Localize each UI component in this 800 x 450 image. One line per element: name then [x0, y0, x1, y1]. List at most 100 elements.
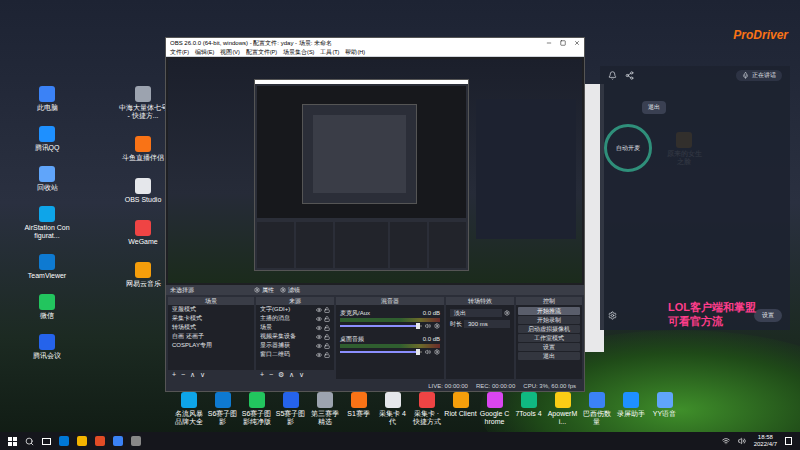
clock[interactable]: 18:582022/4/7 [754, 434, 777, 448]
unlock-icon[interactable] [324, 352, 330, 358]
eye-icon[interactable] [316, 343, 322, 349]
exit-button[interactable]: 退出 [642, 101, 666, 114]
volume-slider[interactable] [340, 351, 422, 353]
desktop-icon[interactable]: S6赛子图影纯净版 [240, 392, 273, 426]
source-item[interactable]: 显示器捕获 [256, 341, 334, 350]
desktop-icon[interactable]: 斗鱼直播伴侣 [118, 136, 168, 162]
control-button[interactable]: 启动虚拟摄像机 [518, 325, 580, 333]
desktop-icon[interactable]: AirStation Configurat... [24, 206, 70, 240]
toolbar-button[interactable]: ∧ [289, 370, 294, 379]
speaker-icon[interactable] [425, 349, 431, 355]
unlock-icon[interactable] [324, 325, 330, 331]
taskbar-app-icon[interactable] [77, 436, 87, 446]
desktop-icon[interactable]: 第三赛季精选 [308, 392, 341, 426]
network-icon[interactable] [722, 437, 730, 445]
eye-icon[interactable] [316, 334, 322, 340]
toolbar-button[interactable]: + [172, 370, 176, 379]
desktop-icon[interactable]: 巴西伤数量 [580, 392, 613, 426]
scene-item[interactable]: 自画 还画子 [168, 332, 254, 341]
control-button[interactable]: 工作室模式 [518, 334, 580, 342]
desktop-icon[interactable]: 7Tools 4 [512, 392, 545, 426]
eye-icon[interactable] [316, 352, 322, 358]
desktop-icon[interactable]: 微信 [24, 294, 70, 320]
search-icon[interactable] [25, 437, 34, 446]
desktop-icon[interactable]: 此电脑 [24, 86, 70, 112]
menu-item[interactable]: 帮助(H) [345, 48, 365, 56]
menu-item[interactable]: 工具(T) [320, 48, 339, 56]
maximize-icon[interactable] [560, 40, 566, 46]
unlock-icon[interactable] [324, 334, 330, 340]
transition-select[interactable]: 淡出 [450, 309, 502, 317]
menu-item[interactable]: 视图(V) [220, 48, 239, 56]
desktop-icon[interactable]: 腾讯会议 [24, 334, 70, 360]
toolbar-button[interactable]: ∨ [200, 370, 205, 379]
share-icon[interactable] [625, 71, 634, 80]
duration-field[interactable]: 300 ms [464, 320, 510, 328]
scene-item[interactable]: 采集卡模式 [168, 314, 254, 323]
close-icon[interactable] [574, 40, 580, 46]
unlock-icon[interactable] [324, 307, 330, 313]
desktop-icon[interactable]: S6赛子图影 [206, 392, 239, 426]
volume-icon[interactable] [738, 437, 746, 445]
scene-item[interactable]: COSPLAY专用 [168, 341, 254, 350]
gear-icon[interactable] [504, 310, 510, 316]
menu-item[interactable]: 配置文件(P) [246, 48, 277, 56]
desktop-icon[interactable]: Riot Client [444, 392, 477, 426]
desktop-icon[interactable]: 回收站 [24, 166, 70, 192]
volume-slider[interactable] [340, 325, 422, 327]
taskbar-app-icon[interactable] [59, 436, 69, 446]
menu-item[interactable]: 文件(F) [170, 48, 189, 56]
source-item[interactable]: 窗口二维码 [256, 350, 334, 359]
control-button[interactable]: 退出 [518, 352, 580, 360]
desktop-icon[interactable]: 名流风暴品牌大全 [172, 392, 205, 426]
eye-icon[interactable] [316, 316, 322, 322]
eye-icon[interactable] [316, 325, 322, 331]
source-button[interactable]: 滤镜 [280, 286, 300, 294]
source-button[interactable]: 属性 [254, 286, 274, 294]
settings-button[interactable]: 设置 [754, 309, 782, 322]
start-icon[interactable] [8, 437, 17, 446]
desktop-icon[interactable]: YY语音 [648, 392, 681, 426]
toolbar-button[interactable]: ⚙ [278, 370, 284, 379]
unlock-icon[interactable] [324, 316, 330, 322]
source-item[interactable]: 主播的消息 [256, 314, 334, 323]
toolbar-button[interactable]: − [269, 370, 273, 379]
desktop-icon[interactable]: ApowerMi... [546, 392, 579, 426]
taskbar-app-icon[interactable] [113, 436, 123, 446]
eye-icon[interactable] [316, 307, 322, 313]
toolbar-button[interactable]: − [181, 370, 185, 379]
mic-circle[interactable]: 自动开麦 [604, 124, 652, 172]
desktop-icon[interactable]: WeGame [118, 220, 168, 246]
notification-icon[interactable] [785, 437, 792, 445]
speaker-icon[interactable] [425, 323, 431, 329]
source-item[interactable]: 文字(GDI+) [256, 305, 334, 314]
desktop-icon[interactable]: TeamViewer [24, 254, 70, 280]
unlock-icon[interactable] [324, 343, 330, 349]
control-button[interactable]: 开始推流 [518, 307, 580, 315]
scene-item[interactable]: 亚服模式 [168, 305, 254, 314]
bell-icon[interactable] [608, 71, 617, 80]
toolbar-button[interactable]: ∧ [190, 370, 195, 379]
gear-icon[interactable] [434, 349, 440, 355]
gear-icon[interactable] [434, 323, 440, 329]
minimize-icon[interactable] [546, 40, 552, 46]
taskbar-app-icon[interactable] [131, 436, 141, 446]
control-button[interactable]: 设置 [518, 343, 580, 351]
desktop-icon[interactable]: 录屏助手 [614, 392, 647, 426]
scene-item[interactable]: 转场模式 [168, 323, 254, 332]
toolbar-button[interactable]: + [260, 370, 264, 379]
source-item[interactable]: 视频采集设备 [256, 332, 334, 341]
desktop-icon[interactable]: OBS Studio [118, 178, 168, 204]
desktop-icon[interactable]: 采集卡 4代 [376, 392, 409, 426]
taskbar-app-icon[interactable] [95, 436, 105, 446]
desktop-icon[interactable]: 采集卡 · 快捷方式 [410, 392, 443, 426]
menu-item[interactable]: 场景集合(S) [283, 48, 314, 56]
task-view-icon[interactable] [42, 438, 51, 445]
gear-icon[interactable] [608, 311, 617, 320]
desktop-icon[interactable]: S1赛季 [342, 392, 375, 426]
toolbar-button[interactable]: ∨ [299, 370, 304, 379]
desktop-icon[interactable]: 中海大量体七号 - 快捷方... [118, 86, 168, 120]
control-button[interactable]: 开始录制 [518, 316, 580, 324]
desktop-icon[interactable]: Google Chrome [478, 392, 511, 426]
desktop-icon[interactable]: 网易云音乐 [118, 262, 168, 288]
